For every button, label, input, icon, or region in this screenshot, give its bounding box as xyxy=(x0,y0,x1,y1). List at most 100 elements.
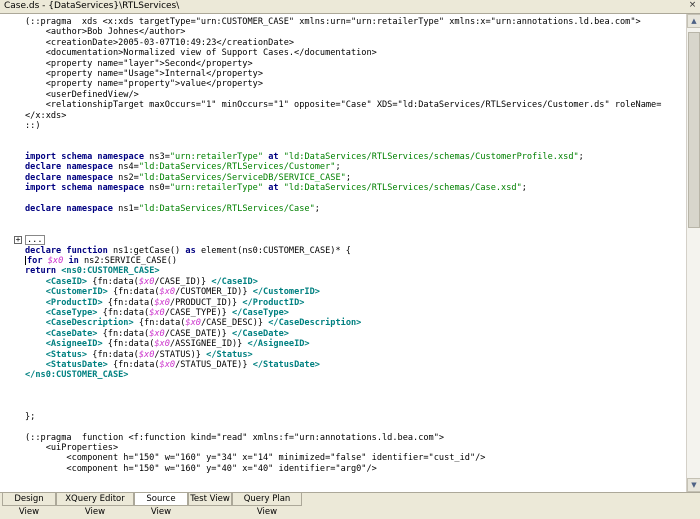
code-token: /CASE_DATE)} xyxy=(164,328,232,339)
code-token: element(ns0:CUSTOMER_CASE)* { xyxy=(195,245,351,256)
code-token: <property name="property">value</propert… xyxy=(25,79,263,90)
tab-design-view[interactable]: Design View xyxy=(2,493,56,517)
code-token: <CaseID> xyxy=(45,276,88,287)
code-token: <component h="150" w="160" y="40" x="40"… xyxy=(25,463,377,474)
editor-gutter xyxy=(0,14,22,492)
source-editor[interactable]: (::pragma xds <x:xds targetType="urn:CUS… xyxy=(0,14,686,492)
code-token: /PRODUCT_ID)} xyxy=(169,297,243,308)
code-token: /STATUS_DATE)} xyxy=(175,359,253,370)
code-line: <creationDate>2005-03-07T10:49:23</creat… xyxy=(25,38,686,48)
code-token: {fn:data( xyxy=(107,287,160,298)
code-token: <StatusDate> xyxy=(45,359,108,370)
code-token: "ld:DataServices/RTLServices/schemas/Cus… xyxy=(283,152,579,163)
code-line: import schema namespace ns3="urn:retaile… xyxy=(25,152,686,162)
code-line: declare namespace ns1="ld:DataServices/R… xyxy=(25,204,686,214)
code-token: ns4= xyxy=(112,162,139,173)
tab-source-view[interactable]: Source View xyxy=(134,493,188,517)
scroll-down-icon[interactable]: ▼ xyxy=(687,478,700,492)
code-token: ; xyxy=(314,204,320,215)
code-token: {fn:data( xyxy=(87,349,139,360)
code-token: <ns0:CUSTOMER_CASE> xyxy=(61,266,160,277)
code-line: }; xyxy=(25,412,686,422)
code-token: <Status> xyxy=(45,349,88,360)
code-token: $x0 xyxy=(138,276,155,287)
code-token: "ld:DataServices/RTLServices/schemas/Cas… xyxy=(283,183,522,194)
code-token: <uiProperties> xyxy=(25,443,119,454)
scroll-up-icon[interactable]: ▲ xyxy=(687,14,700,28)
code-line: <component h="150" w="160" y="34" x="14"… xyxy=(25,453,686,463)
code-area[interactable]: (::pragma xds <x:xds targetType="urn:CUS… xyxy=(25,17,686,474)
code-line: </ns0:CUSTOMER_CASE> xyxy=(25,370,686,380)
code-line: <CaseDescription> {fn:data($x0/CASE_DESC… xyxy=(25,318,686,328)
code-token: {fn:data( xyxy=(133,318,186,329)
code-token: $x0 xyxy=(154,297,170,308)
code-token: declare function xyxy=(25,245,108,256)
code-line: ::) xyxy=(25,121,686,131)
code-token: ns1:getCase() xyxy=(107,245,186,256)
code-token: ns0= xyxy=(144,183,170,194)
code-token: $x0 xyxy=(185,318,201,329)
code-token: "ld:DataServices/ServiceDB/SERVICE_CASE" xyxy=(138,172,346,183)
code-line: ... xyxy=(25,235,686,246)
code-line: <relationshipTarget maxOccurs="1" minOcc… xyxy=(25,100,686,110)
code-line: <property name="layer">Second</property> xyxy=(25,59,686,69)
scroll-thumb[interactable] xyxy=(688,32,700,228)
tab-query-plan-view[interactable]: Query Plan View xyxy=(232,493,302,517)
code-token: </CaseID> xyxy=(211,276,258,287)
code-line: <CaseType> {fn:data($x0/CASE_TYPE)} </Ca… xyxy=(25,308,686,318)
code-token: return xyxy=(25,266,57,277)
code-token: <creationDate>2005-03-07T10:49:23</creat… xyxy=(25,37,295,48)
view-tab-bar: Design View XQuery Editor View Source Vi… xyxy=(0,492,700,517)
code-token: $x0 xyxy=(159,287,176,298)
code-token: /CASE_TYPE)} xyxy=(164,307,232,318)
close-icon[interactable]: × xyxy=(688,1,697,10)
code-token: <userDefinedView/> xyxy=(25,89,139,100)
code-token: ; xyxy=(345,172,351,183)
code-line: <component h="150" w="160" y="40" x="40"… xyxy=(25,464,686,474)
vertical-scrollbar[interactable]: ▲ ▼ xyxy=(686,14,700,492)
code-token: <AsigneeID> xyxy=(45,339,103,350)
code-token: as xyxy=(185,245,196,256)
code-token: <relationshipTarget maxOccurs="1" minOcc… xyxy=(25,100,662,111)
code-token: <ProductID> xyxy=(45,297,103,308)
code-line: for $x0 in ns2:SERVICE_CASE() xyxy=(25,255,686,266)
expand-fold-icon[interactable]: + xyxy=(14,236,22,245)
code-token: {fn:data( xyxy=(97,328,150,339)
code-token: $x0 xyxy=(47,255,64,266)
code-token: <component h="150" w="160" y="34" x="14"… xyxy=(25,453,486,464)
code-token: }; xyxy=(25,411,36,422)
code-token: <CaseDate> xyxy=(45,328,98,339)
tab-xquery-editor-view[interactable]: XQuery Editor View xyxy=(56,493,134,517)
code-token: ns2:SERVICE_CASE() xyxy=(78,255,178,266)
code-line: return <ns0:CUSTOMER_CASE> xyxy=(25,266,686,276)
text-caret xyxy=(25,255,26,265)
code-token: ; xyxy=(578,152,584,163)
code-token: </CaseType> xyxy=(232,307,289,318)
code-token: {fn:data( xyxy=(107,359,160,370)
code-line: <Status> {fn:data($x0/STATUS)} </Status> xyxy=(25,350,686,360)
code-line: <documentation>Normalized view of Suppor… xyxy=(25,48,686,58)
code-line: <author>Bob Johnes</author> xyxy=(25,27,686,37)
code-token: ns1= xyxy=(112,204,139,215)
tab-test-view[interactable]: Test View xyxy=(188,493,232,506)
collapsed-code-block[interactable]: ... xyxy=(25,235,45,246)
code-token: ns3= xyxy=(144,152,170,163)
code-token: </ProductID> xyxy=(242,297,305,308)
code-token: declare namespace xyxy=(25,162,113,173)
window-title: Case.ds - {DataServices}\RTLServices\ xyxy=(4,1,180,11)
code-token: ; xyxy=(521,183,527,194)
code-token: ; xyxy=(335,162,341,173)
code-token: /ASSIGNEE_ID)} xyxy=(169,339,248,350)
code-token: <CaseDescription> xyxy=(45,318,134,329)
